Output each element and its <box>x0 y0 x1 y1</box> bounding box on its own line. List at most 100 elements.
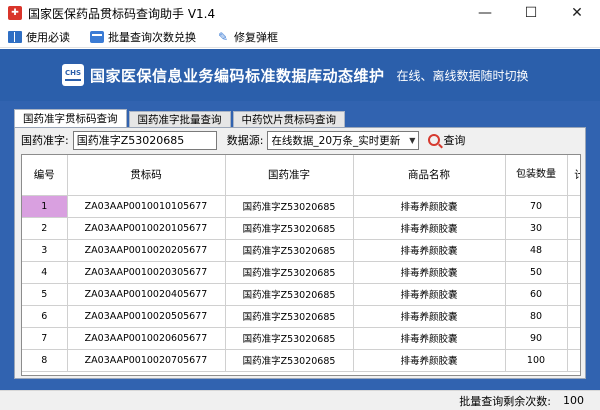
tab-batch-query[interactable]: 国药准字批量查询 <box>128 111 231 127</box>
query-button[interactable]: 查询 <box>425 131 468 150</box>
column-header[interactable]: 贯标码 <box>67 155 226 196</box>
table-header-row: 编号 贯标码 国药准字 商品名称 包装数量 计 <box>22 155 580 196</box>
approval-number-input[interactable] <box>72 130 217 150</box>
cell-approval[interactable]: 国药准字Z53020685 <box>225 261 354 284</box>
cell-approval[interactable]: 国药准字Z53020685 <box>225 283 354 306</box>
table-row[interactable]: 2 ZA03AAP0010020105677 国药准字Z53020685 排毒养… <box>22 217 580 240</box>
cell-extra[interactable] <box>567 283 580 306</box>
cell-product[interactable]: 排毒养颜胶囊 <box>353 327 506 350</box>
cell-qty[interactable]: 48 <box>505 239 568 262</box>
cell-product[interactable]: 排毒养颜胶囊 <box>353 195 506 218</box>
cell-index[interactable]: 7 <box>22 327 68 350</box>
cell-product[interactable]: 排毒养颜胶囊 <box>353 239 506 262</box>
cell-index[interactable]: 3 <box>22 239 68 262</box>
minimize-button[interactable]: — <box>462 0 508 26</box>
cell-approval[interactable]: 国药准字Z53020685 <box>225 195 354 218</box>
banner-subtitle: 在线、离线数据随时切换 <box>396 68 529 83</box>
approval-number-label: 国药准字: <box>21 134 69 147</box>
cell-qty[interactable]: 60 <box>505 283 568 306</box>
menu-item-read-first[interactable]: 使用必读 <box>8 27 70 47</box>
chs-logo-text: CHS <box>64 69 82 77</box>
maximize-button[interactable]: ☐ <box>508 0 554 26</box>
cell-code[interactable]: ZA03AAP0010020705677 <box>67 349 226 372</box>
app-icon: ✚ <box>8 6 22 20</box>
cell-qty[interactable]: 30 <box>505 217 568 240</box>
menu-item-label: 使用必读 <box>26 30 70 44</box>
cell-approval[interactable]: 国药准字Z53020685 <box>225 327 354 350</box>
cell-extra[interactable] <box>567 349 580 372</box>
cell-code[interactable]: ZA03AAP0010020505677 <box>67 305 226 328</box>
cell-approval[interactable]: 国药准字Z53020685 <box>225 349 354 372</box>
cell-extra[interactable] <box>567 261 580 284</box>
table-row[interactable]: 6 ZA03AAP0010020505677 国药准字Z53020685 排毒养… <box>22 305 580 328</box>
cell-qty[interactable]: 70 <box>505 195 568 218</box>
cell-product[interactable]: 排毒养颜胶囊 <box>353 349 506 372</box>
window-controls: — ☐ ✕ <box>462 0 600 26</box>
query-button-label: 查询 <box>443 134 466 147</box>
menu-item-exchange-count[interactable]: 批量查询次数兑换 <box>90 27 196 47</box>
cell-approval[interactable]: 国药准字Z53020685 <box>225 305 354 328</box>
content-area: 国药准字贯标码查询 国药准字批量查询 中药饮片贯标码查询 国药准字: 数据源: … <box>0 101 600 390</box>
cell-extra[interactable] <box>567 217 580 240</box>
search-row: 国药准字: 数据源: 在线数据_20万条_实时更新 ▼ 查询 <box>15 128 585 152</box>
cell-code[interactable]: ZA03AAP0010020105677 <box>67 217 226 240</box>
cell-extra[interactable] <box>567 305 580 328</box>
remaining-count-value: 100 <box>563 394 584 407</box>
tab-herbal-query[interactable]: 中药饮片贯标码查询 <box>232 111 345 127</box>
cell-extra[interactable] <box>567 327 580 350</box>
column-header[interactable]: 计 <box>567 155 580 196</box>
cell-extra[interactable] <box>567 239 580 262</box>
cell-qty[interactable]: 100 <box>505 349 568 372</box>
table-row[interactable]: 7 ZA03AAP0010020605677 国药准字Z53020685 排毒养… <box>22 327 580 350</box>
results-grid[interactable]: 编号 贯标码 国药准字 商品名称 包装数量 计 1 ZA03AAP0010010… <box>21 154 581 376</box>
tab-approval-code-query[interactable]: 国药准字贯标码查询 <box>14 109 127 127</box>
search-icon <box>428 134 441 146</box>
table-row[interactable]: 4 ZA03AAP0010020305677 国药准字Z53020685 排毒养… <box>22 261 580 284</box>
menu-item-label: 修复弹框 <box>234 30 278 44</box>
window-title: 国家医保药品贯标码查询助手 V1.4 <box>28 6 216 21</box>
cell-product[interactable]: 排毒养颜胶囊 <box>353 305 506 328</box>
tab-panel: 国药准字: 数据源: 在线数据_20万条_实时更新 ▼ 查询 <box>14 127 586 379</box>
cell-qty[interactable]: 90 <box>505 327 568 350</box>
cell-code[interactable]: ZA03AAP0010020605677 <box>67 327 226 350</box>
cell-qty[interactable]: 50 <box>505 261 568 284</box>
cell-extra[interactable] <box>567 195 580 218</box>
menu-item-fix-popup[interactable]: ✎ 修复弹框 <box>216 27 278 47</box>
column-header[interactable]: 国药准字 <box>225 155 354 196</box>
chevron-down-icon: ▼ <box>409 135 416 145</box>
table-row[interactable]: 8 ZA03AAP0010020705677 国药准字Z53020685 排毒养… <box>22 349 580 372</box>
data-source-label: 数据源: <box>226 134 264 147</box>
cell-index[interactable]: 6 <box>22 305 68 328</box>
tab-strip: 国药准字贯标码查询 国药准字批量查询 中药饮片贯标码查询 <box>14 109 347 127</box>
cell-code[interactable]: ZA03AAP0010020205677 <box>67 239 226 262</box>
cell-qty[interactable]: 80 <box>505 305 568 328</box>
cell-index[interactable]: 4 <box>22 261 68 284</box>
cell-code[interactable]: ZA03AAP0010020305677 <box>67 261 226 284</box>
cell-code[interactable]: ZA03AAP0010010105677 <box>67 195 226 218</box>
cell-index[interactable]: 8 <box>22 349 68 372</box>
cell-index[interactable]: 2 <box>22 217 68 240</box>
cell-product[interactable]: 排毒养颜胶囊 <box>353 283 506 306</box>
table-row[interactable]: 5 ZA03AAP0010020405677 国药准字Z53020685 排毒养… <box>22 283 580 306</box>
results-table: 编号 贯标码 国药准字 商品名称 包装数量 计 1 ZA03AAP0010010… <box>22 155 580 372</box>
cell-product[interactable]: 排毒养颜胶囊 <box>353 261 506 284</box>
data-source-select[interactable]: 在线数据_20万条_实时更新 ▼ <box>267 130 420 150</box>
menu-bar: 使用必读 批量查询次数兑换 ✎ 修复弹框 <box>0 26 600 48</box>
column-header[interactable]: 编号 <box>22 155 68 196</box>
table-row[interactable]: 3 ZA03AAP0010020205677 国药准字Z53020685 排毒养… <box>22 239 580 262</box>
status-bar: 批量查询剩余次数: 100 <box>0 390 600 410</box>
cell-approval[interactable]: 国药准字Z53020685 <box>225 217 354 240</box>
column-header[interactable]: 包装数量 <box>505 155 568 196</box>
cell-index[interactable]: 5 <box>22 283 68 306</box>
chs-logo: CHS <box>62 64 84 86</box>
column-header[interactable]: 商品名称 <box>353 155 506 196</box>
close-button[interactable]: ✕ <box>554 0 600 26</box>
banner: CHS 国家医保信息业务编码标准数据库动态维护 在线、离线数据随时切换 <box>0 49 600 101</box>
cell-code[interactable]: ZA03AAP0010020405677 <box>67 283 226 306</box>
cell-product[interactable]: 排毒养颜胶囊 <box>353 217 506 240</box>
remaining-count-label: 批量查询剩余次数: <box>459 394 551 408</box>
data-source-value: 在线数据_20万条_实时更新 <box>271 134 401 147</box>
cell-index[interactable]: 1 <box>22 195 68 218</box>
cell-approval[interactable]: 国药准字Z53020685 <box>225 239 354 262</box>
table-row[interactable]: 1 ZA03AAP0010010105677 国药准字Z53020685 排毒养… <box>22 195 580 218</box>
